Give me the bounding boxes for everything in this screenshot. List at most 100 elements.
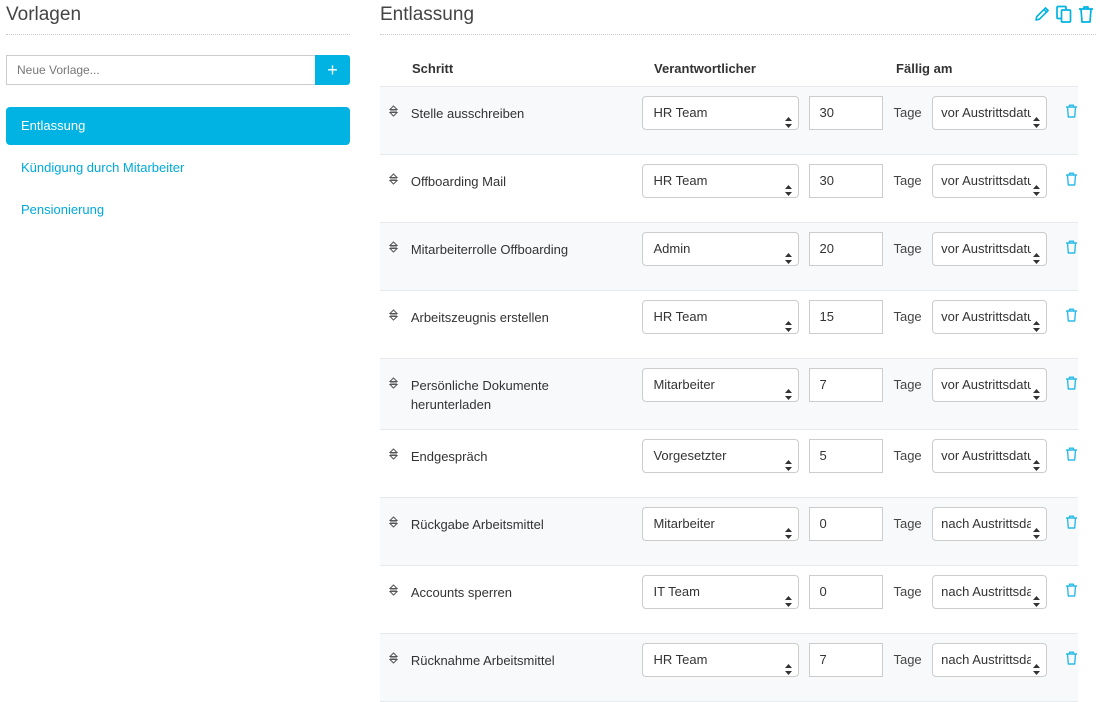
days-unit-label: Tage xyxy=(893,308,922,324)
drag-handle-icon[interactable] xyxy=(388,240,399,256)
due-relation-value: nach Austrittsdatum xyxy=(941,515,1031,531)
step-row: Arbeitszeugnis erstellen HR Team 15 Tage vor… xyxy=(380,290,1078,358)
days-unit-label: Tage xyxy=(893,447,922,463)
due-relation-value: nach Austrittsdatum xyxy=(941,651,1031,667)
responsible-value: Vorgesetzter xyxy=(653,447,727,463)
drag-handle-icon[interactable] xyxy=(388,172,399,188)
responsible-select[interactable]: HR Team xyxy=(642,163,800,198)
step-name: Endgespräch xyxy=(410,448,488,464)
step-name: Accounts sperren xyxy=(410,584,512,600)
trash-icon[interactable] xyxy=(1076,4,1096,24)
delete-step-icon[interactable] xyxy=(1065,651,1078,668)
days-unit-label: Tage xyxy=(893,104,922,120)
days-input[interactable]: 0 xyxy=(809,574,884,609)
due-relation-select[interactable]: vor Austrittsdatum xyxy=(932,367,1048,402)
new-template-form: + xyxy=(6,55,350,85)
select-arrows-icon xyxy=(785,518,793,539)
select-arrows-icon xyxy=(785,311,793,332)
step-name: Rücknahme Arbeitsmittel xyxy=(410,652,555,668)
responsible-value: Mitarbeiter xyxy=(653,515,715,531)
new-template-input[interactable] xyxy=(6,55,315,85)
step-name: Mitarbeiterrolle Offboarding xyxy=(410,241,569,257)
due-relation-value: vor Austrittsdatum xyxy=(941,447,1031,463)
responsible-select[interactable]: Mitarbeiter xyxy=(642,506,800,541)
due-relation-select[interactable]: vor Austrittsdatum xyxy=(932,163,1048,198)
responsible-value: Admin xyxy=(653,240,691,256)
drag-handle-icon[interactable] xyxy=(388,447,399,463)
delete-step-icon[interactable] xyxy=(1065,172,1078,189)
due-relation-value: vor Austrittsdatum xyxy=(941,376,1031,392)
drag-handle-icon[interactable] xyxy=(388,651,399,667)
due-relation-value: vor Austrittsdatum xyxy=(941,308,1031,324)
delete-step-icon[interactable] xyxy=(1065,515,1078,532)
drag-handle-icon[interactable] xyxy=(388,104,399,120)
due-relation-value: vor Austrittsdatum xyxy=(941,240,1031,256)
select-arrows-icon xyxy=(1033,450,1041,471)
drag-handle-icon[interactable] xyxy=(388,583,399,599)
delete-step-icon[interactable] xyxy=(1065,308,1078,325)
drag-handle-icon[interactable] xyxy=(388,376,399,392)
responsible-select[interactable]: IT Team xyxy=(642,574,800,609)
main-panel: Entlassung Schritt Verantwortlicher Fäll… xyxy=(380,0,1096,702)
select-arrows-icon xyxy=(785,450,793,471)
responsible-select[interactable]: Mitarbeiter xyxy=(642,367,800,402)
responsible-select[interactable]: Admin xyxy=(642,231,800,266)
step-row: Persönliche Dokumente herunterladen Mitar… xyxy=(380,358,1078,429)
delete-step-icon[interactable] xyxy=(1065,240,1078,257)
template-item[interactable]: Entlassung xyxy=(6,107,350,145)
column-header-step: Schritt xyxy=(380,52,611,87)
template-item[interactable]: Kündigung durch Mitarbeiter xyxy=(6,149,350,187)
due-relation-value: vor Austrittsdatum xyxy=(941,104,1031,120)
days-input[interactable]: 20 xyxy=(809,231,884,266)
delete-step-icon[interactable] xyxy=(1065,104,1078,121)
responsible-select[interactable]: HR Team xyxy=(642,642,800,677)
due-relation-select[interactable]: vor Austrittsdatum xyxy=(932,299,1048,334)
step-row: Mitarbeiterrolle Offboarding Admin 20 Tage v… xyxy=(380,222,1078,290)
pencil-icon[interactable] xyxy=(1032,4,1052,24)
due-relation-select[interactable]: nach Austrittsdatum xyxy=(932,642,1048,677)
select-arrows-icon xyxy=(1033,518,1041,539)
responsible-select[interactable]: Vorgesetzter xyxy=(642,438,800,473)
step-row: Stelle ausschreiben HR Team 30 Tage vor Aust… xyxy=(380,86,1078,154)
sidebar-title: Vorlagen xyxy=(6,0,350,35)
days-input[interactable]: 30 xyxy=(809,95,884,130)
select-arrows-icon xyxy=(785,175,793,196)
days-input[interactable]: 7 xyxy=(809,367,884,402)
drag-handle-icon[interactable] xyxy=(388,308,399,324)
due-relation-select[interactable]: nach Austrittsdatum xyxy=(932,574,1048,609)
due-relation-select[interactable]: vor Austrittsdatum xyxy=(932,231,1048,266)
select-arrows-icon xyxy=(785,654,793,675)
drag-handle-icon[interactable] xyxy=(388,515,399,531)
select-arrows-icon xyxy=(1033,379,1041,400)
copy-icon[interactable] xyxy=(1054,4,1074,24)
days-unit-label: Tage xyxy=(893,515,922,531)
select-arrows-icon xyxy=(785,107,793,128)
days-input[interactable]: 7 xyxy=(809,642,884,677)
due-relation-select[interactable]: vor Austrittsdatum xyxy=(932,95,1048,130)
responsible-value: HR Team xyxy=(653,172,708,188)
select-arrows-icon xyxy=(785,243,793,264)
responsible-select[interactable]: HR Team xyxy=(642,299,800,334)
select-arrows-icon xyxy=(1033,311,1041,332)
select-arrows-icon xyxy=(785,379,793,400)
template-item[interactable]: Pensionierung xyxy=(6,191,350,229)
delete-step-icon[interactable] xyxy=(1065,447,1078,464)
template-list: Entlassung Kündigung durch Mitarbeiter Pen… xyxy=(6,107,350,229)
due-relation-select[interactable]: vor Austrittsdatum xyxy=(932,438,1048,473)
days-input[interactable]: 5 xyxy=(809,438,884,473)
responsible-value: Mitarbeiter xyxy=(653,376,715,392)
days-unit-label: Tage xyxy=(893,583,922,599)
delete-step-icon[interactable] xyxy=(1065,583,1078,600)
days-input[interactable]: 15 xyxy=(809,299,884,334)
column-header-responsible: Verantwortlicher xyxy=(610,52,800,87)
step-row: Offboarding Mail HR Team 30 Tage vor Austrit… xyxy=(380,154,1078,222)
sidebar: Vorlagen + Entlassung Kündigung durch Mit… xyxy=(6,0,350,233)
step-row: Accounts sperren IT Team 0 Tage nach Austrit… xyxy=(380,565,1078,633)
add-template-button[interactable]: + xyxy=(315,55,350,85)
days-input[interactable]: 0 xyxy=(809,506,884,541)
responsible-select[interactable]: HR Team xyxy=(642,95,800,130)
days-input[interactable]: 30 xyxy=(809,163,884,198)
due-relation-select[interactable]: nach Austrittsdatum xyxy=(932,506,1048,541)
select-arrows-icon xyxy=(1033,586,1041,607)
delete-step-icon[interactable] xyxy=(1065,376,1078,393)
